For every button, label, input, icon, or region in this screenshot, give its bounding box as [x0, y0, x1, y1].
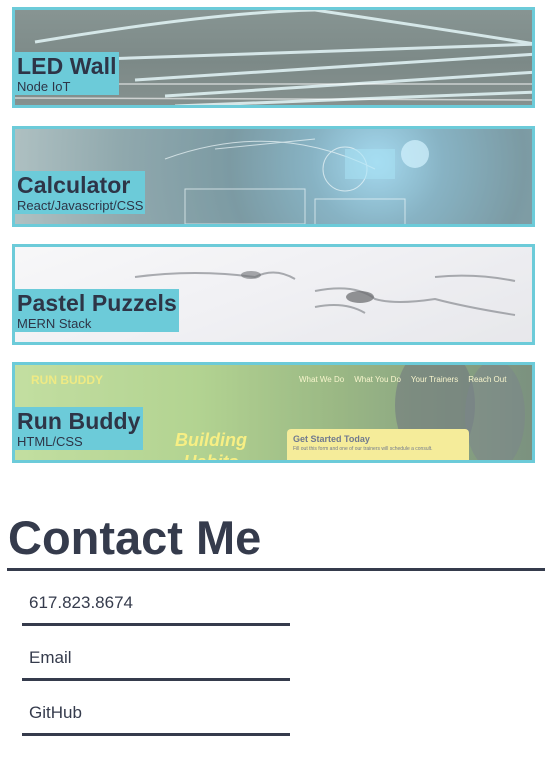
project-caption: Calculator React/Javascript/CSS [15, 171, 146, 214]
project-title: LED Wall [17, 53, 117, 79]
contact-github-link[interactable]: GitHub [22, 689, 290, 736]
project-stack: MERN Stack [17, 316, 92, 331]
contact-divider [7, 568, 545, 571]
contact-phone-label: 617.823.8674 [29, 593, 133, 612]
project-card-pastel-puzzels[interactable]: Pastel Puzzels MERN Stack [12, 244, 535, 345]
contact-heading: Contact Me [8, 511, 262, 564]
project-title: Calculator [17, 172, 131, 198]
contact-phone-link[interactable]: 617.823.8674 [22, 579, 290, 626]
contact-email-label: Email [29, 648, 72, 667]
project-stack: HTML/CSS [17, 434, 83, 449]
project-card-led-wall[interactable]: LED Wall Node IoT [12, 7, 535, 108]
project-stack: React/Javascript/CSS [17, 198, 144, 213]
project-caption: Run Buddy HTML/CSS [15, 407, 143, 450]
project-card-calculator[interactable]: Calculator React/Javascript/CSS [12, 126, 535, 227]
project-title: Pastel Puzzels [17, 290, 177, 316]
project-caption: Pastel Puzzels MERN Stack [15, 289, 179, 332]
project-card-run-buddy[interactable]: RUN BUDDY What We Do What You Do Your Tr… [12, 362, 535, 463]
project-title: Run Buddy [17, 408, 141, 434]
project-stack: Node IoT [17, 79, 71, 94]
contact-email-link[interactable]: Email [22, 634, 290, 681]
contact-github-label: GitHub [29, 703, 82, 722]
project-caption: LED Wall Node IoT [15, 52, 119, 95]
